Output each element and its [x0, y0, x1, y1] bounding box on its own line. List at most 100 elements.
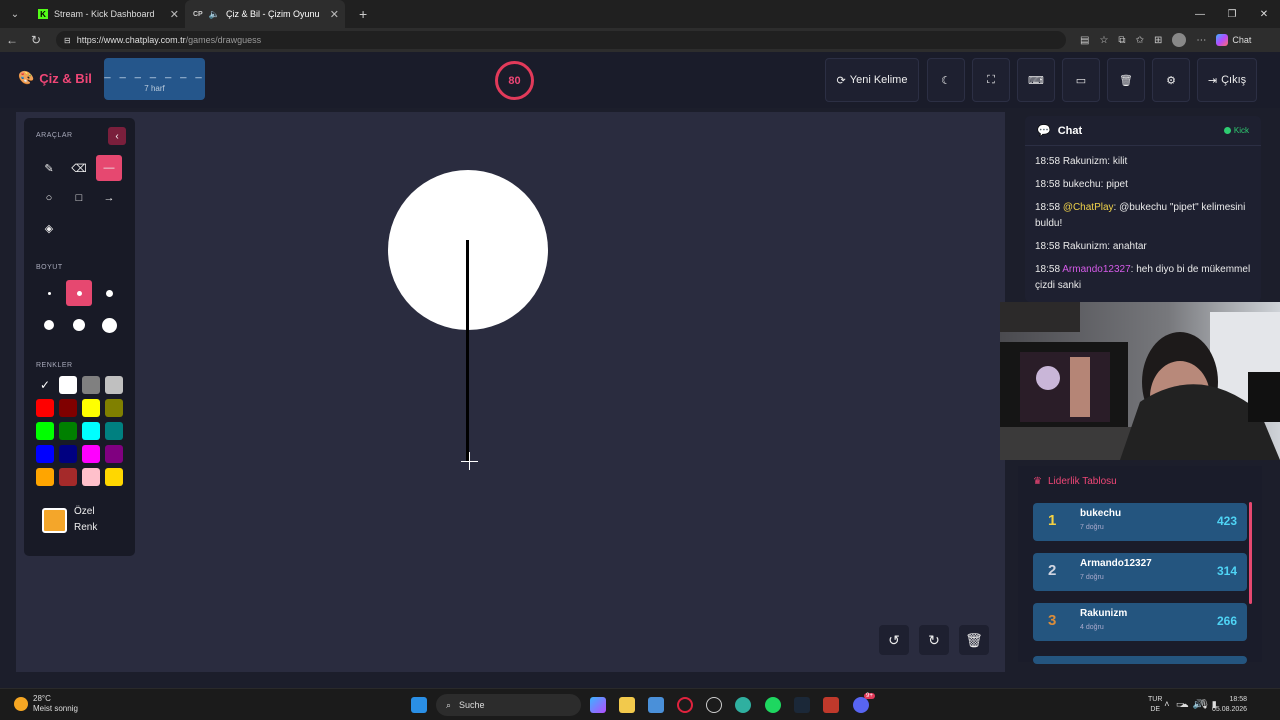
color-swatch[interactable]: [82, 422, 100, 440]
file-explorer-icon[interactable]: [619, 697, 635, 713]
message-time: 18:58: [1035, 179, 1061, 190]
color-swatch[interactable]: [59, 468, 77, 486]
keyboard-icon: ⌨: [1028, 74, 1044, 87]
collapse-panel-button[interactable]: ‹: [108, 127, 126, 145]
tray-status-icons[interactable]: ▭ 🔊 ▮: [1176, 699, 1217, 710]
chevron-up-icon[interactable]: ˄: [1164, 699, 1169, 710]
reload-icon[interactable]: ↻: [24, 33, 48, 47]
size-4-button[interactable]: [36, 312, 62, 338]
reader-icon[interactable]: ▤: [1080, 35, 1089, 46]
back-icon[interactable]: ←: [0, 33, 24, 47]
copilot-app-icon[interactable]: [590, 697, 606, 713]
new-word-button[interactable]: ⟳ Yeni Kelime: [825, 58, 919, 102]
circle-tool[interactable]: ○: [36, 186, 62, 210]
speaker-icon[interactable]: 🔈: [209, 9, 220, 20]
size-5-button[interactable]: [66, 312, 92, 338]
color-swatch[interactable]: [36, 399, 54, 417]
color-swatch[interactable]: [82, 399, 100, 417]
profile-avatar[interactable]: [1172, 33, 1187, 47]
discord-icon[interactable]: [853, 697, 869, 713]
favorites-icon[interactable]: ✩: [1136, 35, 1144, 46]
message-user[interactable]: Rakunizm: [1063, 156, 1107, 167]
size-3-button[interactable]: [96, 280, 122, 306]
github-icon[interactable]: [706, 697, 722, 713]
rectangle-tool[interactable]: □: [66, 186, 92, 210]
size-2-button[interactable]: [66, 280, 92, 306]
game-launcher-icon[interactable]: [823, 697, 839, 713]
tab-menu-button[interactable]: ⌄: [4, 3, 26, 25]
color-swatch[interactable]: [59, 445, 77, 463]
color-swatch[interactable]: [82, 376, 100, 394]
fullscreen-button[interactable]: ⛶: [972, 58, 1010, 102]
size-6-button[interactable]: [96, 312, 122, 338]
start-icon[interactable]: [411, 697, 427, 713]
edge-icon[interactable]: [735, 697, 751, 713]
color-swatch[interactable]: [105, 376, 123, 394]
language-indicator[interactable]: TUR DE: [1148, 695, 1162, 715]
logout-button[interactable]: ⇥ Çıkış: [1197, 58, 1257, 102]
chat-message: 18:58 Armando12327: heh diyo bi de mükem…: [1035, 264, 1251, 291]
color-swatch[interactable]: [36, 468, 54, 486]
close-tab-icon[interactable]: ✕: [330, 8, 339, 21]
url-field[interactable]: ⊟ https://www.chatplay.com.tr/games/draw…: [56, 31, 1066, 49]
color-swatch[interactable]: [82, 468, 100, 486]
message-user[interactable]: bukechu: [1063, 179, 1101, 190]
archive-button[interactable]: ▭: [1062, 58, 1100, 102]
undo-button[interactable]: ↺: [879, 625, 909, 655]
archive-icon: ▭: [1075, 74, 1087, 87]
custom-color-swatch[interactable]: [42, 508, 67, 533]
line-tool[interactable]: —: [96, 155, 122, 181]
color-swatch[interactable]: [105, 468, 123, 486]
settings-button[interactable]: ⚙: [1152, 58, 1190, 102]
color-swatch[interactable]: [59, 376, 77, 394]
copilot-chat-button[interactable]: Chat: [1216, 34, 1251, 46]
clear-button[interactable]: 🗑: [1107, 58, 1145, 102]
size-1-button[interactable]: [36, 280, 62, 306]
dark-mode-button[interactable]: ☾: [927, 58, 965, 102]
arrow-tool[interactable]: →: [96, 186, 122, 210]
color-swatch[interactable]: [36, 445, 54, 463]
tab-chatplay[interactable]: CP 🔈 Çiz & Bil - Çizim Oyunu ✕: [185, 0, 345, 28]
brush-tool[interactable]: ✎: [36, 156, 62, 180]
leaderboard-scrollbar[interactable]: [1249, 502, 1252, 604]
color-swatch[interactable]: [82, 445, 100, 463]
eraser-tool[interactable]: ⌫: [66, 156, 92, 180]
store-icon[interactable]: [648, 697, 664, 713]
clear-canvas-button[interactable]: 🗑: [959, 625, 989, 655]
steam-icon[interactable]: [794, 697, 810, 713]
color-swatch[interactable]: ✓: [36, 376, 54, 394]
minimize-icon[interactable]: —: [1184, 0, 1216, 28]
weather-widget[interactable]: 28°C Meist sonnig: [14, 694, 78, 714]
tab-kick-dashboard[interactable]: K Stream - Kick Dashboard ✕: [30, 0, 185, 28]
chat-messages: 18:58 Rakunizm: kilit 18:58 bukechu: pipe…: [1025, 146, 1261, 302]
new-tab-button[interactable]: +: [359, 6, 367, 22]
collections-icon[interactable]: ⊞: [1154, 35, 1162, 46]
message-user[interactable]: Rakunizm: [1063, 241, 1107, 252]
fill-tool[interactable]: ◈: [36, 216, 62, 240]
color-swatch[interactable]: [59, 422, 77, 440]
taskbar-search[interactable]: ⌕ Suche: [436, 694, 581, 716]
site-info-icon[interactable]: ⊟: [64, 36, 71, 45]
color-swatch[interactable]: [105, 422, 123, 440]
extensions-icon[interactable]: ⧉: [1118, 35, 1125, 46]
more-icon[interactable]: ⋯: [1196, 35, 1206, 46]
message-user[interactable]: Armando12327: [1062, 264, 1130, 275]
correct-count: 4 doğru: [1080, 624, 1104, 631]
keyboard-button[interactable]: ⌨: [1017, 58, 1055, 102]
color-swatch[interactable]: [105, 399, 123, 417]
spotify-icon[interactable]: [765, 697, 781, 713]
opera-icon[interactable]: [677, 697, 693, 713]
color-swatch[interactable]: [105, 445, 123, 463]
app-logo[interactable]: 🎨 Çiz & Bil: [18, 70, 92, 86]
redo-button[interactable]: ↻: [919, 625, 949, 655]
favorite-star-icon[interactable]: ☆: [1099, 35, 1108, 46]
color-swatch[interactable]: [59, 399, 77, 417]
close-tab-icon[interactable]: ✕: [170, 8, 179, 21]
correct-count: 7 doğru: [1080, 574, 1104, 581]
correct-count: 7 doğru: [1080, 524, 1104, 531]
system-clock[interactable]: 18:58 05.08.2026: [1212, 695, 1247, 715]
close-window-icon[interactable]: ✕: [1248, 0, 1280, 28]
message-user[interactable]: @ChatPlay: [1063, 202, 1114, 213]
color-swatch[interactable]: [36, 422, 54, 440]
maximize-icon[interactable]: ❐: [1216, 0, 1248, 28]
